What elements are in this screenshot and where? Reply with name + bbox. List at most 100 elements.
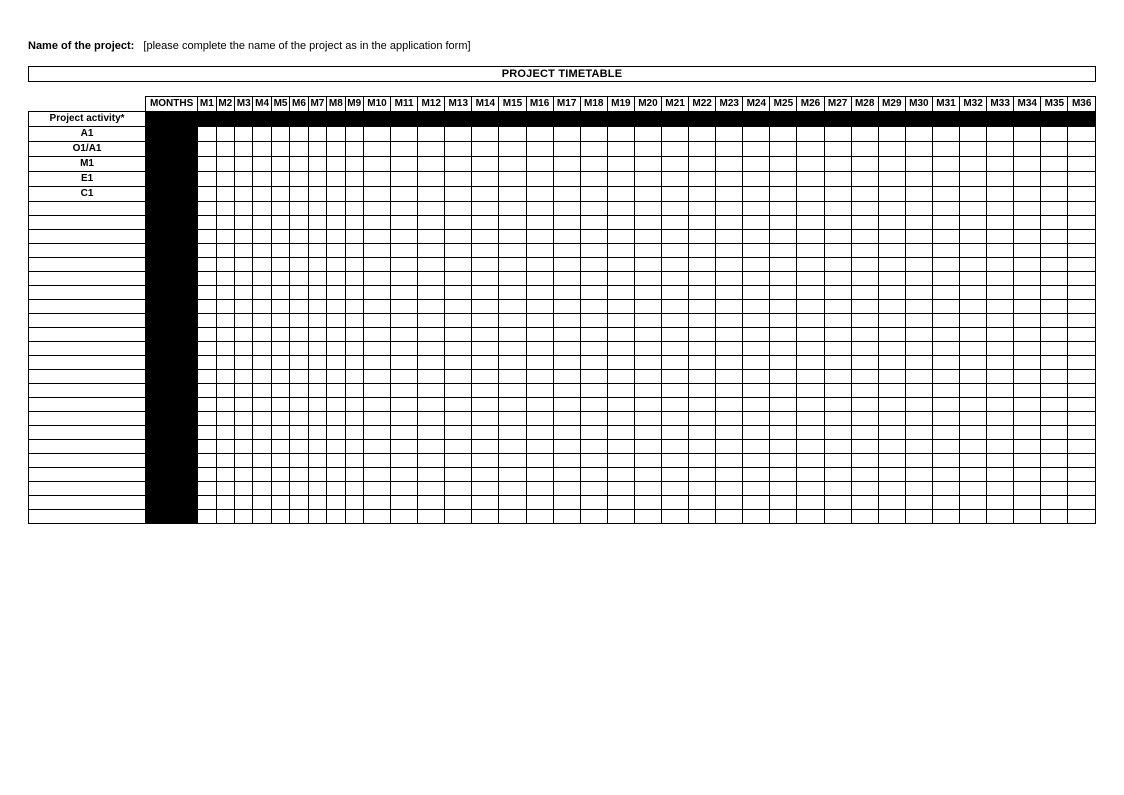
grid-cell[interactable] [1068,370,1096,384]
grid-cell[interactable] [445,426,472,440]
grid-cell[interactable] [960,342,987,356]
grid-cell[interactable] [418,157,445,172]
grid-cell[interactable] [216,127,234,142]
activity-cell[interactable] [29,370,146,384]
grid-cell[interactable] [363,314,390,328]
grid-cell[interactable] [960,202,987,216]
grid-cell[interactable] [235,314,253,328]
grid-cell[interactable] [327,384,345,398]
grid-cell[interactable] [1014,230,1041,244]
grid-cell[interactable] [345,300,363,314]
grid-cell[interactable] [580,454,607,468]
grid-cell[interactable] [770,127,797,142]
grid-cell[interactable] [1014,356,1041,370]
grid-cell[interactable] [418,258,445,272]
grid-cell[interactable] [1014,157,1041,172]
grid-cell[interactable] [526,328,553,342]
grid-cell[interactable] [689,202,716,216]
grid-cell[interactable] [445,454,472,468]
grid-cell[interactable] [932,216,959,230]
grid-cell[interactable] [1068,496,1096,510]
grid-cell[interactable] [634,496,661,510]
grid-cell[interactable] [445,412,472,426]
grid-cell[interactable] [418,468,445,482]
grid-cell[interactable] [987,187,1014,202]
grid-cell[interactable] [905,440,932,454]
grid-cell[interactable] [987,258,1014,272]
grid-cell[interactable] [824,468,851,482]
grid-cell[interactable] [345,272,363,286]
grid-cell[interactable] [526,157,553,172]
grid-cell[interactable] [526,384,553,398]
grid-cell[interactable] [363,112,390,127]
grid-cell[interactable] [770,468,797,482]
grid-cell[interactable] [253,370,271,384]
grid-cell[interactable] [290,172,308,187]
grid-cell[interactable] [472,258,499,272]
grid-cell[interactable] [824,426,851,440]
grid-cell[interactable] [216,187,234,202]
grid-cell[interactable] [851,244,878,258]
grid-cell[interactable] [526,127,553,142]
grid-cell[interactable] [391,244,418,258]
grid-cell[interactable] [905,426,932,440]
grid-cell[interactable] [253,202,271,216]
grid-cell[interactable] [689,142,716,157]
grid-cell[interactable] [198,230,216,244]
grid-cell[interactable] [607,314,634,328]
grid-cell[interactable] [716,370,743,384]
grid-cell[interactable] [391,342,418,356]
grid-cell[interactable] [526,172,553,187]
grid-cell[interactable] [716,157,743,172]
grid-cell[interactable] [634,482,661,496]
grid-cell[interactable] [689,370,716,384]
grid-cell[interactable] [271,216,289,230]
grid-cell[interactable] [553,468,580,482]
grid-cell[interactable] [661,202,688,216]
grid-cell[interactable] [987,510,1014,524]
grid-cell[interactable] [580,244,607,258]
grid-cell[interactable] [905,258,932,272]
grid-cell[interactable] [824,398,851,412]
grid-cell[interactable] [716,112,743,127]
grid-cell[interactable] [960,157,987,172]
grid-cell[interactable] [716,356,743,370]
grid-cell[interactable] [607,510,634,524]
grid-cell[interactable] [770,272,797,286]
grid-cell[interactable] [960,454,987,468]
grid-cell[interactable] [960,370,987,384]
grid-cell[interactable] [553,314,580,328]
grid-cell[interactable] [878,244,905,258]
grid-cell[interactable] [1014,370,1041,384]
grid-cell[interactable] [797,127,824,142]
grid-cell[interactable] [905,286,932,300]
grid-cell[interactable] [553,216,580,230]
grid-cell[interactable] [797,384,824,398]
grid-cell[interactable] [391,314,418,328]
grid-cell[interactable] [271,300,289,314]
grid-cell[interactable] [1014,272,1041,286]
grid-cell[interactable] [987,468,1014,482]
grid-cell[interactable] [216,398,234,412]
grid-cell[interactable] [878,157,905,172]
grid-cell[interactable] [445,314,472,328]
grid-cell[interactable] [932,258,959,272]
grid-cell[interactable] [363,412,390,426]
grid-cell[interactable] [445,112,472,127]
grid-cell[interactable] [327,440,345,454]
grid-cell[interactable] [345,244,363,258]
grid-cell[interactable] [1041,398,1068,412]
grid-cell[interactable] [987,272,1014,286]
grid-cell[interactable] [1041,468,1068,482]
grid-cell[interactable] [499,496,526,510]
grid-cell[interactable] [418,342,445,356]
grid-cell[interactable] [905,412,932,426]
grid-cell[interactable] [932,370,959,384]
grid-cell[interactable] [363,216,390,230]
grid-cell[interactable] [345,342,363,356]
grid-cell[interactable] [271,440,289,454]
activity-cell[interactable]: A1 [29,127,146,142]
grid-cell[interactable] [445,468,472,482]
grid-cell[interactable] [905,230,932,244]
grid-cell[interactable] [499,454,526,468]
